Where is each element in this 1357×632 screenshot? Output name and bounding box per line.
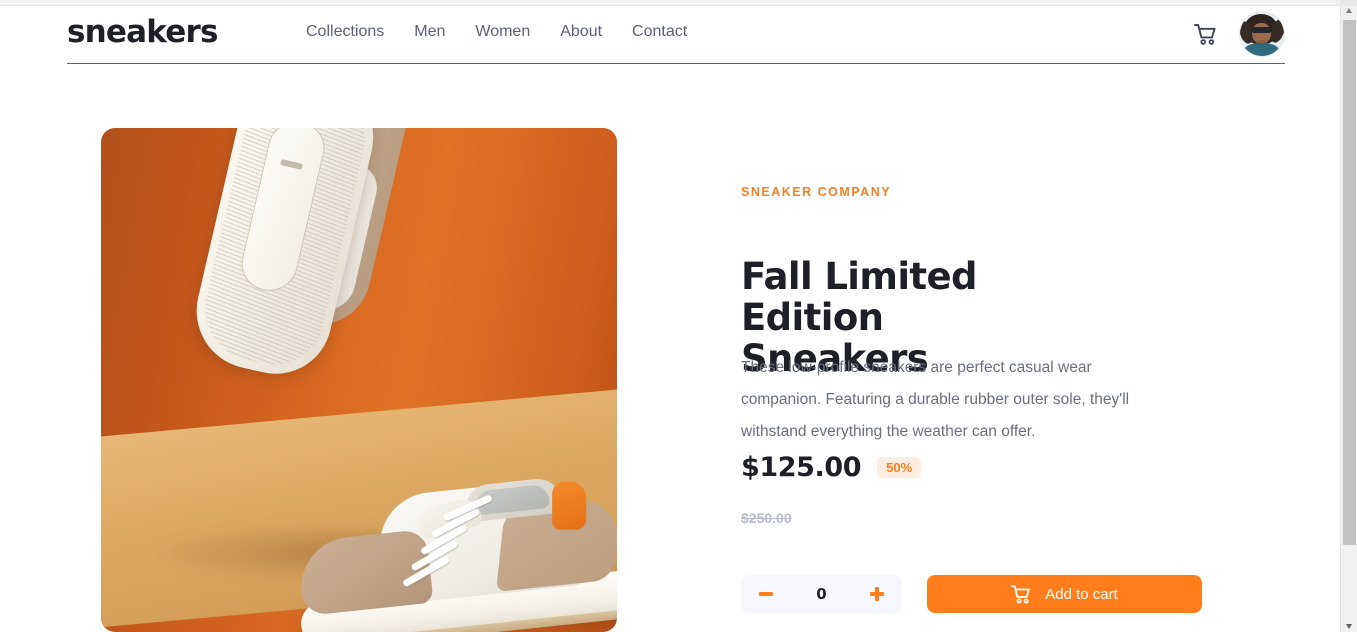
add-to-cart-label: Add to cart (1045, 585, 1118, 603)
current-price: $125.00 (741, 452, 862, 483)
header-actions (1193, 11, 1285, 57)
side-toe-cap (296, 528, 434, 617)
nav-item-women[interactable]: Women (475, 23, 530, 41)
product-brand: SNEAKER COMPANY (741, 185, 892, 199)
original-price: $250.00 (741, 510, 792, 526)
header-divider (67, 63, 1285, 64)
add-to-cart-button[interactable]: Add to cart (927, 575, 1202, 613)
sneaker-side (282, 410, 617, 632)
site-header: sneakers Collections Men Women About Con… (67, 6, 1285, 64)
nav-item-about[interactable]: About (560, 23, 602, 41)
increase-quantity-button[interactable] (869, 586, 885, 602)
main-navigation: Collections Men Women About Contact (306, 23, 687, 41)
avatar[interactable] (1239, 11, 1285, 57)
scroll-down-arrow-icon[interactable] (1346, 624, 1352, 629)
nav-item-men[interactable]: Men (414, 23, 445, 41)
site-logo[interactable]: sneakers (67, 14, 218, 50)
price-row: $125.00 50% (741, 452, 922, 483)
purchase-actions: 0 Add to cart (741, 575, 1202, 613)
product-description: These low-profile sneakers are perfect c… (741, 358, 1130, 440)
quantity-stepper: 0 (741, 575, 902, 613)
avatar-shirt (1244, 43, 1279, 56)
browser-chrome-inner (0, 0, 1340, 5)
scroll-up-arrow-icon[interactable] (1346, 8, 1352, 13)
quantity-value: 0 (816, 585, 827, 603)
cart-icon[interactable] (1193, 22, 1217, 46)
product-image[interactable] (101, 128, 617, 632)
avatar-sunglasses (1251, 27, 1272, 33)
plus-icon-vertical (875, 587, 879, 601)
nav-item-collections[interactable]: Collections (306, 23, 384, 41)
nav-item-contact[interactable]: Contact (632, 23, 687, 41)
discount-badge: 50% (877, 457, 922, 478)
side-heel-tab (552, 481, 587, 530)
minus-icon (759, 592, 773, 596)
decrease-quantity-button[interactable] (758, 586, 774, 602)
cart-icon (1011, 584, 1031, 603)
scrollbar-thumb[interactable] (1343, 20, 1356, 545)
vertical-scrollbar[interactable] (1340, 6, 1357, 632)
page-viewport: sneakers Collections Men Women About Con… (0, 6, 1340, 632)
